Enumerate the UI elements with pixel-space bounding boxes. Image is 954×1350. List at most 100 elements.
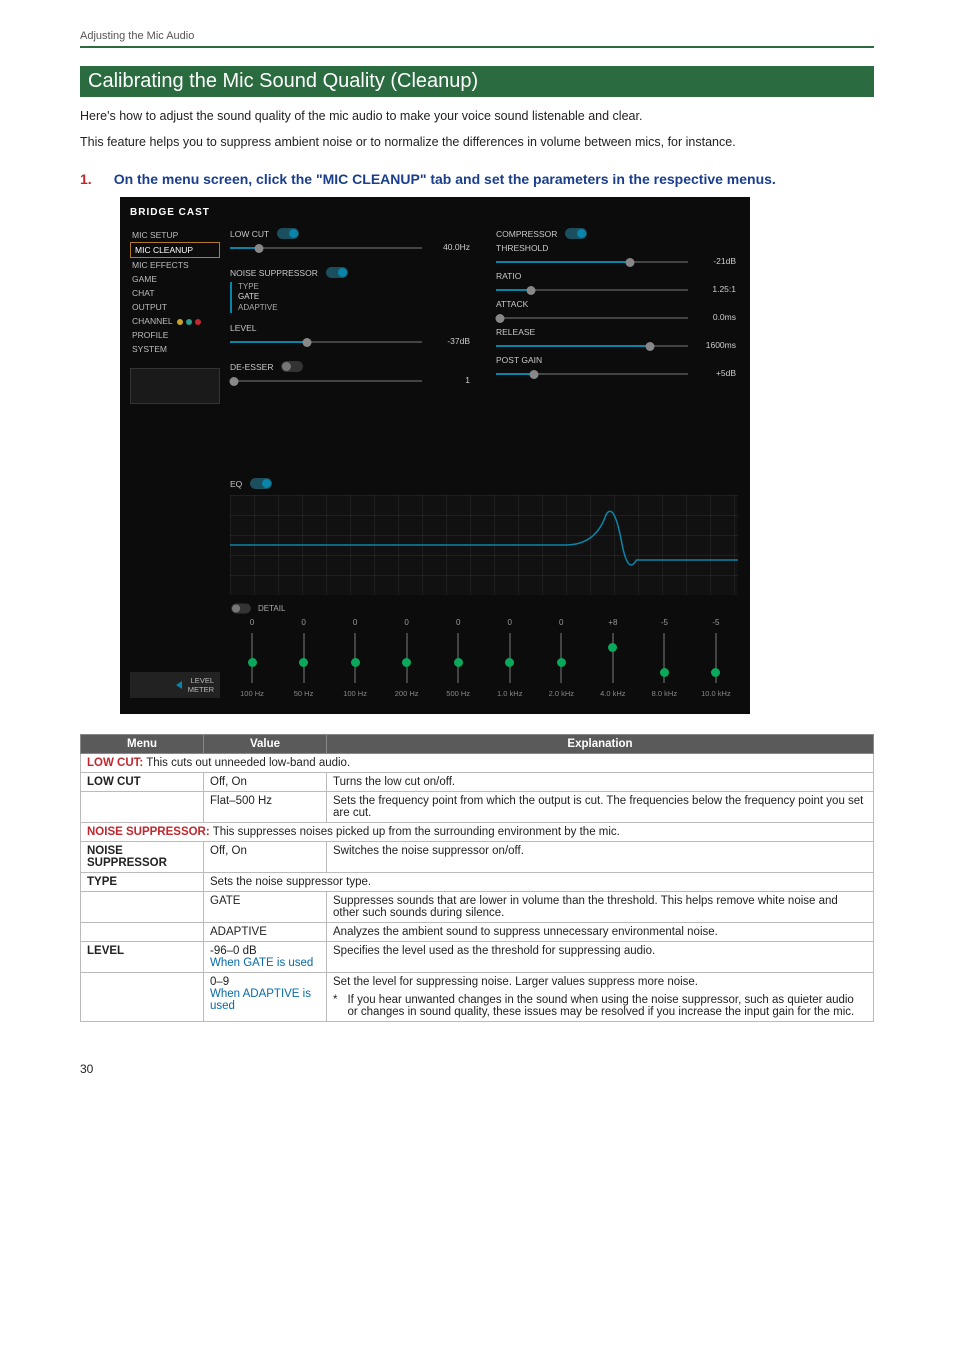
eq-band-6[interactable]: 02.0 kHz — [539, 618, 583, 698]
ratio-slider[interactable]: 1.25:1 — [496, 289, 688, 291]
sidebar-item-game[interactable]: GAME — [130, 272, 220, 286]
eq-curve-icon — [230, 495, 738, 595]
level-meter-label: LEVEL METER — [188, 676, 214, 694]
eq-band-1[interactable]: 050 Hz — [282, 618, 326, 698]
eq-band-slider[interactable] — [457, 633, 459, 683]
eq-band-slider[interactable] — [406, 633, 408, 683]
table-row: LOW CUTOff, OnTurns the low cut on/off. — [81, 773, 874, 792]
eq-band-slider[interactable] — [663, 633, 665, 683]
deesser-toggle[interactable] — [281, 361, 303, 372]
sidebar-preview — [130, 368, 220, 404]
eq-band-slider[interactable] — [354, 633, 356, 683]
detail-label: DETAIL — [258, 604, 285, 613]
sidebar-item-output[interactable]: OUTPUT — [130, 300, 220, 314]
deesser-value: 1 — [465, 375, 470, 385]
eq-band-freq: 100 Hz — [343, 689, 367, 698]
release-value: 1600ms — [706, 340, 736, 350]
eq-band-4[interactable]: 0 500 Hz — [436, 618, 480, 698]
sidebar-item-mic-setup[interactable]: MIC SETUP — [130, 228, 220, 242]
intro-text-1: Here's how to adjust the sound quality o… — [80, 109, 874, 123]
threshold-slider[interactable]: -21dB — [496, 261, 688, 263]
eq-band-value: 0 — [250, 618, 254, 627]
sidebar-item-channel[interactable]: CHANNEL — [130, 314, 220, 328]
compressor-control[interactable]: COMPRESSOR THRESHOLD -21dB RATIO — [496, 228, 738, 379]
table-section-header: NOISE SUPPRESSOR: This suppresses noises… — [81, 823, 874, 842]
eq-band-freq: 4.0 kHz — [600, 689, 625, 698]
eq-band-3[interactable]: 0 200 Hz — [385, 618, 429, 698]
sidebar-item-mic-effects[interactable]: MIC EFFECTS — [130, 258, 220, 272]
eq-toggle[interactable] — [250, 478, 272, 489]
eq-band-slider[interactable] — [303, 633, 305, 683]
eq-band-value: 0 — [456, 618, 460, 627]
deesser-control[interactable]: DE-ESSER 1 — [230, 361, 472, 386]
release-label: RELEASE — [496, 327, 738, 337]
release-slider[interactable]: 1600ms — [496, 345, 688, 347]
eq-band-value: 0 — [301, 618, 305, 627]
noise-suppressor-toggle[interactable] — [326, 267, 348, 278]
compressor-toggle[interactable] — [565, 228, 587, 239]
ratio-label: RATIO — [496, 271, 738, 281]
attack-slider[interactable]: 0.0ms — [496, 317, 688, 319]
eq-label: EQ — [230, 479, 242, 489]
ratio-value: 1.25:1 — [712, 284, 736, 294]
level-slider[interactable]: -37dB — [230, 341, 422, 343]
th-value: Value — [204, 735, 327, 754]
compressor-label: COMPRESSOR — [496, 229, 557, 239]
table-row: Flat–500 HzSets the frequency point from… — [81, 792, 874, 823]
lowcut-control[interactable]: LOW CUT 40.0Hz — [230, 228, 472, 253]
level-meter-button[interactable]: LEVEL METER — [130, 672, 220, 698]
level-label: LEVEL — [230, 323, 472, 333]
table-row: 0–9When ADAPTIVE is usedSet the level fo… — [81, 973, 874, 1022]
eq-band-slider[interactable] — [509, 633, 511, 683]
eq-band-freq: 2.0 kHz — [549, 689, 574, 698]
eq-band-freq: 200 Hz — [395, 689, 419, 698]
deesser-slider[interactable]: 1 — [230, 380, 422, 382]
eq-band-8[interactable]: -5 8.0 kHz — [642, 618, 686, 698]
eq-section: EQ DETAIL 0100 Hz050 Hz0100 Hz0200 Hz050… — [230, 478, 738, 698]
lowcut-slider[interactable]: 40.0Hz — [230, 247, 422, 249]
table-row: LEVEL-96–0 dBWhen GATE is usedSpecifies … — [81, 942, 874, 973]
eq-band-freq: 8.0 kHz — [652, 689, 677, 698]
eq-band-2[interactable]: 0 100 Hz — [333, 618, 377, 698]
table-row: ADAPTIVEAnalyzes the ambient sound to su… — [81, 923, 874, 942]
postgain-slider[interactable]: +5dB — [496, 373, 688, 375]
eq-band-value: -5 — [661, 618, 668, 627]
level-value: -37dB — [447, 336, 470, 346]
table-row: GATESuppresses sounds that are lower in … — [81, 892, 874, 923]
divider — [80, 46, 874, 48]
table-row: NOISE SUPPRESSOROff, OnSwitches the nois… — [81, 842, 874, 873]
parameter-table: Menu Value Explanation LOW CUT: This cut… — [80, 734, 874, 1022]
eq-curve-display — [230, 495, 738, 595]
lowcut-toggle[interactable] — [277, 228, 299, 239]
lowcut-label: LOW CUT — [230, 229, 269, 239]
sidebar-item-mic-cleanup[interactable]: MIC CLEANUP — [130, 242, 220, 258]
eq-band-7[interactable]: +84.0 kHz — [591, 618, 635, 698]
noise-suppressor-label: NOISE SUPPRESSOR — [230, 268, 318, 278]
table-section-header: LOW CUT: This cuts out unneeded low-band… — [81, 754, 874, 773]
attack-label: ATTACK — [496, 299, 738, 309]
noise-suppressor-control[interactable]: NOISE SUPPRESSOR TYPE GATE ADAPTIVE LEVE… — [230, 267, 472, 347]
eq-band-slider[interactable] — [612, 633, 614, 683]
eq-band-freq: 1.0 kHz — [497, 689, 522, 698]
eq-band-5[interactable]: 0 1.0 kHz — [488, 618, 532, 698]
eq-band-value: 0 — [404, 618, 408, 627]
detail-toggle-row[interactable]: DETAIL — [230, 603, 738, 614]
eq-band-freq: 10.0 kHz — [701, 689, 731, 698]
section-title: Calibrating the Mic Sound Quality (Clean… — [80, 66, 874, 97]
intro-text-2: This feature helps you to suppress ambie… — [80, 135, 874, 149]
sidebar: MIC SETUPMIC CLEANUPMIC EFFECTSGAMECHATO… — [130, 228, 220, 698]
eq-band-value: 0 — [508, 618, 512, 627]
sidebar-item-profile[interactable]: PROFILE — [130, 328, 220, 342]
eq-band-slider[interactable] — [251, 633, 253, 683]
breadcrumb: Adjusting the Mic Audio — [80, 30, 874, 46]
eq-band-slider[interactable] — [560, 633, 562, 683]
eq-band-9[interactable]: -510.0 kHz — [694, 618, 738, 698]
sidebar-item-chat[interactable]: CHAT — [130, 286, 220, 300]
eq-band-value: 0 — [353, 618, 357, 627]
sidebar-item-system[interactable]: SYSTEM — [130, 342, 220, 356]
detail-toggle[interactable] — [231, 604, 251, 614]
eq-band-freq: 500 Hz — [446, 689, 470, 698]
deesser-label: DE-ESSER — [230, 362, 273, 372]
eq-band-0[interactable]: 0100 Hz — [230, 618, 274, 698]
eq-band-slider[interactable] — [715, 633, 717, 683]
